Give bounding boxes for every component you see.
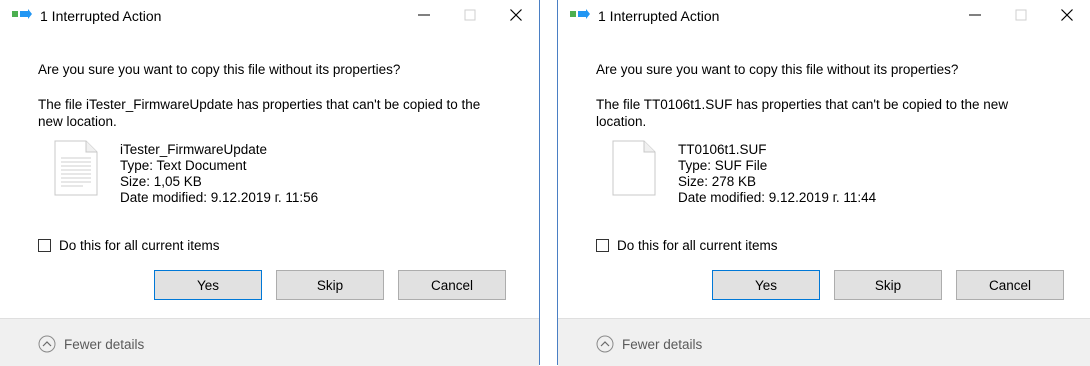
minimize-icon [418,14,430,16]
fewer-details-link[interactable]: Fewer details [622,337,702,352]
skip-button[interactable]: Skip [834,270,942,300]
file-date-modified: Date modified: 9.12.2019 г. 11:44 [678,190,877,205]
maximize-button[interactable] [447,0,493,30]
details-footer: Fewer details [558,318,1090,366]
question-text: Are you sure you want to copy this file … [38,62,401,77]
minimize-icon [969,14,981,16]
info-line-2: new location. [38,114,117,129]
file-type: Type: SUF File [678,158,768,173]
minimize-button[interactable] [952,0,998,30]
info-line-2: location. [596,114,647,129]
chevron-up-circle-icon[interactable] [596,335,614,353]
maximize-icon [1015,9,1027,21]
window-title: 1 Interrupted Action [40,8,162,24]
cancel-button[interactable]: Cancel [956,270,1064,300]
maximize-button[interactable] [998,0,1044,30]
file-details: iTester_FirmwareUpdate Type: Text Docume… [120,142,318,206]
yes-button[interactable]: Yes [154,270,262,300]
interrupted-action-dialog-1: 1 Interrupted Action Are you sure you wa… [0,0,540,366]
title-bar[interactable]: 1 Interrupted Action [558,0,1090,30]
file-name: TT0106t1.SUF [678,142,767,157]
fewer-details-link[interactable]: Fewer details [64,337,144,352]
copy-transfer-icon [570,9,590,19]
blank-file-icon [612,140,656,196]
info-text: The file TT0106t1.SUF has properties tha… [596,96,1008,130]
close-icon [510,9,522,21]
window-title: 1 Interrupted Action [598,8,720,24]
interrupted-action-dialog-2: 1 Interrupted Action Are you sure you wa… [557,0,1090,366]
copy-transfer-icon [12,9,32,19]
maximize-icon [464,9,476,21]
file-date-modified: Date modified: 9.12.2019 г. 11:56 [120,190,319,205]
skip-button[interactable]: Skip [276,270,384,300]
close-icon [1061,9,1073,21]
info-text: The file iTester_FirmwareUpdate has prop… [38,96,480,130]
file-size: Size: 1,05 KB [120,174,202,189]
cancel-button[interactable]: Cancel [398,270,506,300]
apply-to-all-checkbox-row[interactable]: Do this for all current items [38,238,220,253]
apply-to-all-label[interactable]: Do this for all current items [617,238,778,253]
file-details: TT0106t1.SUF Type: SUF File Size: 278 KB… [678,142,876,206]
file-name: iTester_FirmwareUpdate [120,142,268,157]
apply-to-all-checkbox[interactable] [596,239,609,252]
info-line-1: The file iTester_FirmwareUpdate has prop… [38,97,481,112]
text-document-icon [54,140,98,196]
apply-to-all-label[interactable]: Do this for all current items [59,238,220,253]
title-bar[interactable]: 1 Interrupted Action [0,0,539,30]
apply-to-all-checkbox[interactable] [38,239,51,252]
details-footer: Fewer details [0,318,539,366]
chevron-up-circle-icon[interactable] [38,335,56,353]
yes-button[interactable]: Yes [712,270,820,300]
file-size: Size: 278 KB [678,174,757,189]
file-type: Type: Text Document [120,158,247,173]
close-button[interactable] [493,0,539,30]
minimize-button[interactable] [401,0,447,30]
apply-to-all-checkbox-row[interactable]: Do this for all current items [596,238,778,253]
info-line-1: The file TT0106t1.SUF has properties tha… [596,97,1009,112]
question-text: Are you sure you want to copy this file … [596,62,959,77]
close-button[interactable] [1044,0,1090,30]
